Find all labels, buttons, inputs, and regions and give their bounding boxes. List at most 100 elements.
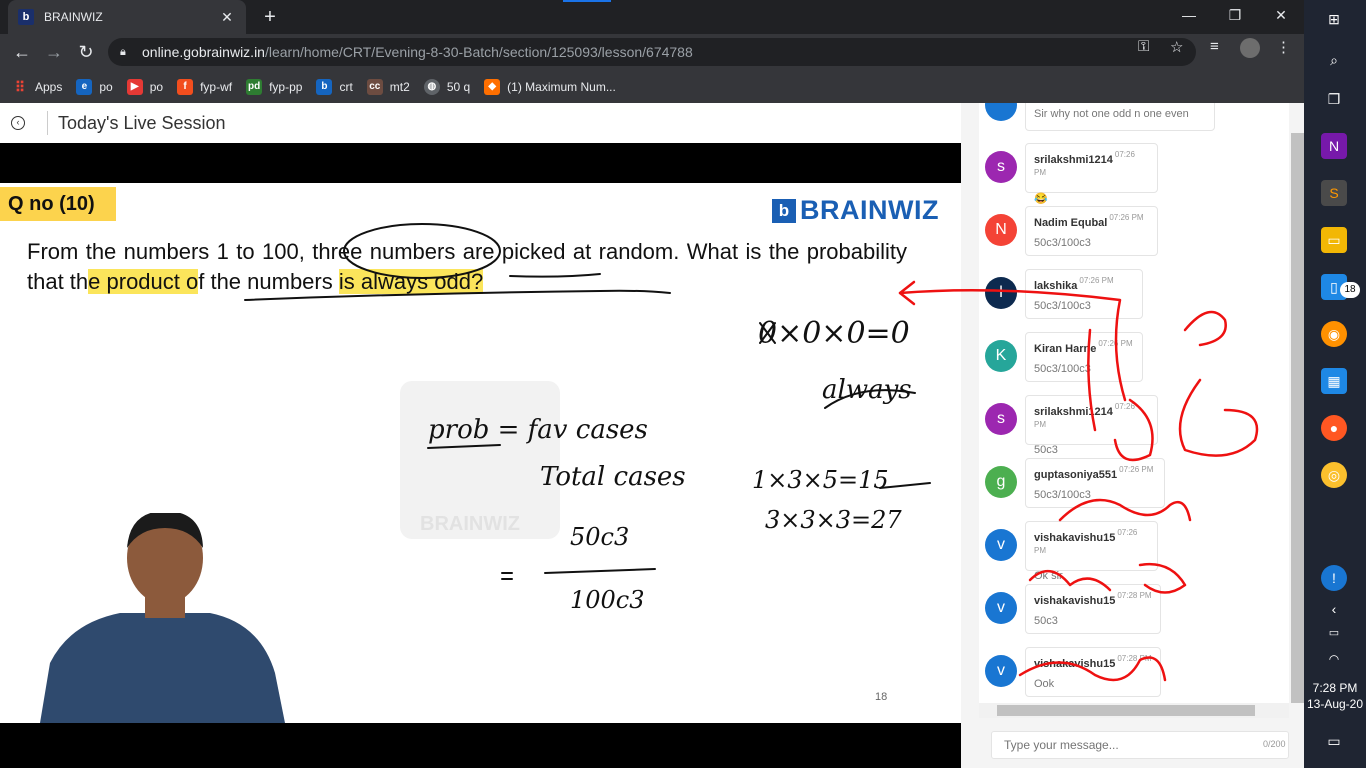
chat-message: s srilakshmi1214 07:26 PM 50c3 bbox=[985, 395, 1285, 456]
clock-date: 13-Aug-20 bbox=[1306, 697, 1364, 711]
youtube-icon: ▶ bbox=[126, 78, 143, 95]
apps-grid-icon: ⠿ bbox=[14, 78, 26, 95]
e-icon: e bbox=[76, 78, 93, 95]
figma-icon: f bbox=[177, 78, 194, 95]
chat-message: s srilakshmi1214 07:26 PM 😂 bbox=[985, 143, 1285, 205]
avatar: v bbox=[985, 529, 1017, 561]
chat-message: K Kiran Harne 07:26 PM 50c3/100c3 bbox=[985, 332, 1285, 388]
search-icon[interactable]: ⌕ bbox=[1321, 47, 1347, 73]
message-bubble: vishakavishu15 07:28 PM 50c3 bbox=[1025, 584, 1161, 634]
calculator-icon[interactable]: ▦ bbox=[1321, 368, 1347, 394]
brainwiz-favicon-icon: b bbox=[18, 9, 34, 25]
menu-kebab-icon[interactable]: ⋮ bbox=[1276, 38, 1291, 56]
chat-messages[interactable]: Sir why not one odd n one even s srilaks… bbox=[979, 103, 1289, 703]
message-bubble: guptasoniya551 07:26 PM 50c3/100c3 bbox=[1025, 458, 1165, 508]
browser-tab[interactable]: b BRAINWIZ ✕ bbox=[8, 0, 246, 34]
svg-text:1×3×5=15: 1×3×5=15 bbox=[752, 466, 889, 494]
reload-icon[interactable]: ↻ bbox=[74, 40, 98, 64]
svg-text:always: always bbox=[822, 375, 912, 405]
bookmark-fyp-pp[interactable]: pd fyp-pp bbox=[246, 78, 302, 95]
bookmark-mt2[interactable]: cc mt2 bbox=[366, 78, 410, 95]
firefox-icon[interactable]: ● bbox=[1321, 415, 1347, 441]
chrome-icon[interactable]: ◎ bbox=[1321, 462, 1347, 488]
avatar: s bbox=[985, 403, 1017, 435]
bookmark-maximum-num[interactable]: ◆ (1) Maximum Num... bbox=[484, 78, 616, 95]
url-host: online.gobrainwiz.in bbox=[142, 44, 265, 60]
accent-line bbox=[563, 0, 611, 2]
message-bubble: srilakshmi1214 07:26 PM 😂 bbox=[1025, 143, 1158, 205]
new-tab-button[interactable]: + bbox=[260, 6, 280, 28]
chat-horizontal-scrollbar[interactable] bbox=[979, 703, 1289, 718]
svg-text:Total cases: Total cases bbox=[540, 462, 686, 492]
bookmark-star-icon[interactable]: ☆ bbox=[1170, 38, 1183, 56]
minimize-button[interactable]: — bbox=[1166, 0, 1212, 30]
video-bottom-bar bbox=[0, 723, 961, 768]
sublime-icon[interactable]: S bbox=[1321, 180, 1347, 206]
brainwiz-icon: b bbox=[316, 78, 333, 95]
battery-icon[interactable]: ▭ bbox=[1321, 620, 1347, 646]
chat-message: g guptasoniya551 07:26 PM 50c3/100c3 bbox=[985, 458, 1285, 514]
url-path: /learn/home/CRT/Evening-8-30-Batch/secti… bbox=[264, 44, 693, 60]
notification-center-icon[interactable]: ▭ bbox=[1321, 728, 1347, 754]
cc-icon: cc bbox=[366, 78, 383, 95]
page-header: ‹ Today's Live Session bbox=[0, 103, 961, 143]
logo-mark: b bbox=[772, 198, 796, 223]
taskbar-clock[interactable]: 7:28 PM 13-Aug-20 bbox=[1304, 680, 1366, 712]
key-icon[interactable]: ⚿ bbox=[1138, 38, 1149, 55]
message-bubble: Nadim Equbal 07:26 PM 50c3/100c3 bbox=[1025, 206, 1158, 256]
message-bubble: vishakavishu15 07:28 PM Ook bbox=[1025, 647, 1161, 697]
svg-text:3×3×3=27: 3×3×3=27 bbox=[765, 506, 902, 534]
bookmark-50q[interactable]: ◍ 50 q bbox=[423, 78, 470, 95]
onenote-icon[interactable]: N bbox=[1321, 133, 1347, 159]
back-arrow-icon[interactable]: ← bbox=[10, 40, 34, 64]
chat-vertical-scrollbar[interactable] bbox=[1291, 133, 1304, 703]
logo-text: BRAINWIZ bbox=[800, 195, 939, 225]
scroll-thumb[interactable] bbox=[997, 705, 1255, 716]
page-title: Today's Live Session bbox=[58, 112, 226, 133]
task-view-icon[interactable]: ❐ bbox=[1321, 86, 1347, 112]
chat-message-input[interactable] bbox=[991, 731, 1289, 759]
file-explorer-icon[interactable]: ▭ bbox=[1321, 227, 1347, 253]
media-player-icon[interactable]: ◉ bbox=[1321, 321, 1347, 347]
bookmark-apps[interactable]: ⠿ Apps bbox=[12, 78, 63, 95]
forward-arrow-icon[interactable]: → bbox=[42, 40, 66, 64]
bookmark-fyp-wf[interactable]: f fyp-wf bbox=[177, 78, 232, 95]
avatar: K bbox=[985, 340, 1017, 372]
bookmark-po[interactable]: e po bbox=[76, 78, 113, 95]
watermark-text: BRAINWIZ bbox=[420, 513, 520, 535]
clock-time: 7:28 PM bbox=[1312, 681, 1358, 695]
close-window-button[interactable]: ✕ bbox=[1258, 0, 1304, 30]
header-divider bbox=[47, 111, 48, 135]
chevron-left-icon[interactable]: ‹ bbox=[1321, 596, 1347, 622]
avatar: l bbox=[985, 277, 1017, 309]
pd-icon: pd bbox=[246, 78, 263, 95]
notification-badge: 18 bbox=[1340, 282, 1360, 298]
avatar: g bbox=[985, 466, 1017, 498]
globe-icon: ◍ bbox=[423, 78, 440, 95]
chat-message-partial: Sir why not one odd n one even bbox=[985, 103, 1285, 137]
bookmark-crt[interactable]: b crt bbox=[316, 78, 353, 95]
windows-start-icon[interactable]: ⊞ bbox=[1321, 6, 1347, 32]
presenter-figure bbox=[40, 513, 285, 723]
bookmark-po-youtube[interactable]: ▶ po bbox=[126, 78, 163, 95]
back-circle-icon[interactable]: ‹ bbox=[11, 116, 25, 130]
chat-message: v vishakavishu15 07:26 PM Ok sir bbox=[985, 521, 1285, 582]
lesson-slide: Q no (10) b BRAINWIZ From the numbers 1 … bbox=[0, 183, 961, 723]
live-video[interactable]: Q no (10) b BRAINWIZ From the numbers 1 … bbox=[0, 143, 961, 768]
chat-message: v vishakavishu15 07:28 PM 50c3 bbox=[985, 584, 1285, 640]
message-bubble: Kiran Harne 07:26 PM 50c3/100c3 bbox=[1025, 332, 1143, 382]
message-bubble: srilakshmi1214 07:26 PM 50c3 bbox=[1025, 395, 1158, 456]
message-bubble: Sir why not one odd n one even bbox=[1025, 103, 1215, 131]
question-text: From the numbers 1 to 100, three numbers… bbox=[27, 239, 907, 294]
address-bar[interactable]: 🔒︎ online.gobrainwiz.in/learn/home/CRT/E… bbox=[108, 38, 1196, 66]
maximize-button[interactable]: ❐ bbox=[1212, 0, 1258, 30]
message-bubble: vishakavishu15 07:26 PM Ok sir bbox=[1025, 521, 1158, 582]
wifi-icon[interactable]: ◠ bbox=[1321, 646, 1347, 672]
media-queue-icon[interactable]: ≡ bbox=[1210, 38, 1219, 55]
profile-avatar[interactable] bbox=[1240, 38, 1260, 58]
tab-title: BRAINWIZ bbox=[44, 10, 103, 24]
alert-icon[interactable]: ! bbox=[1321, 565, 1347, 591]
lock-icon: 🔒︎ bbox=[120, 46, 126, 58]
char-counter: 0/200 bbox=[1263, 739, 1286, 749]
tab-close-icon[interactable]: ✕ bbox=[218, 9, 236, 26]
